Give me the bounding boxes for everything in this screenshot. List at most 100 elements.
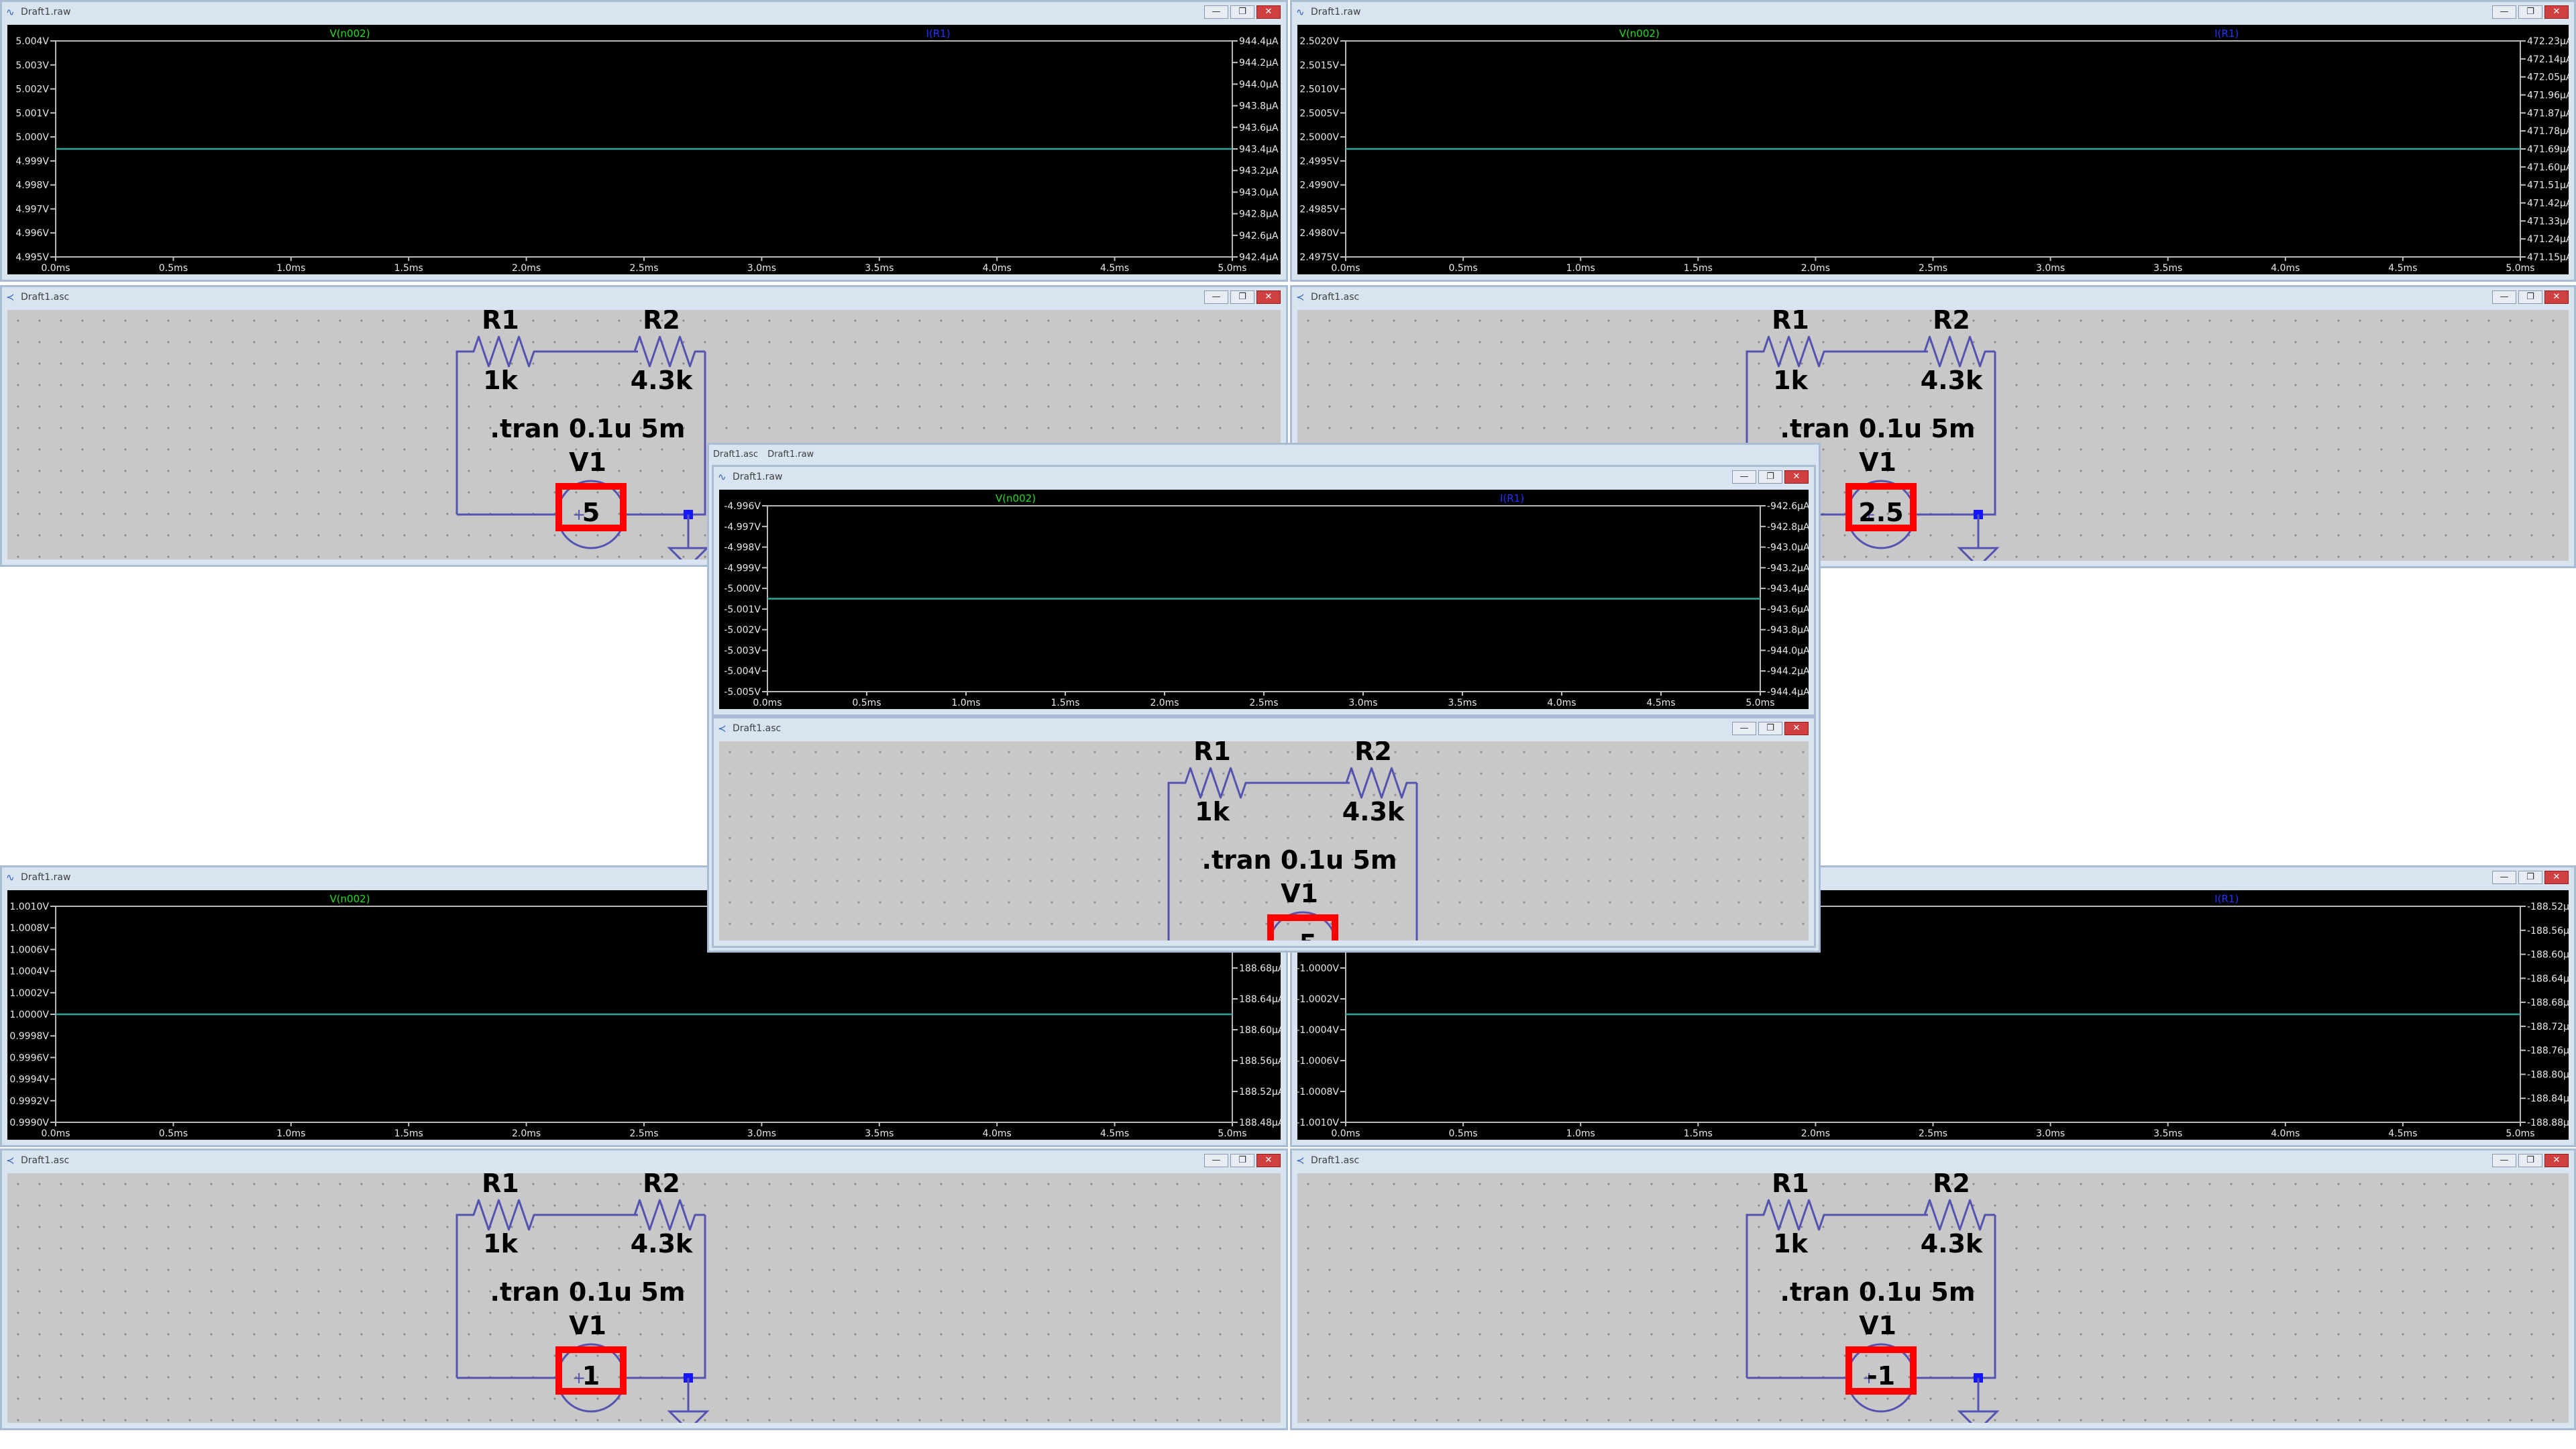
waveform-window[interactable]: ∿ Draft1.raw — ❐ ✕ 5.004V 5.003V 5.002V 5.001… xyxy=(0,0,1288,282)
resistor-r1[interactable] xyxy=(464,1199,544,1231)
resistor-r1[interactable] xyxy=(1754,1199,1834,1231)
restore-button[interactable]: ❐ xyxy=(2518,1154,2542,1167)
window-titlebar[interactable]: ∿ Draft1.raw —❐✕ xyxy=(714,467,1814,487)
source-value-label[interactable]: 5 xyxy=(582,498,600,527)
r2-value-label[interactable]: 4.3k xyxy=(1921,1229,1983,1258)
source-name-label[interactable]: V1 xyxy=(1281,879,1318,908)
spice-directive[interactable]: .tran 0.1u 5m xyxy=(1202,845,1397,875)
restore-button[interactable]: ❐ xyxy=(2518,290,2542,304)
resistor-r1[interactable] xyxy=(464,335,544,368)
r1-value-label[interactable]: 1k xyxy=(483,366,518,395)
restore-button[interactable]: ❐ xyxy=(1758,722,1782,735)
schematic-window[interactable]: ≺ Draft1.asc —❐✕ +R11kR24.3k.tran 0.1u 5… xyxy=(1290,1148,2576,1430)
r1-value-label[interactable]: 1k xyxy=(483,1229,518,1258)
source-name-label[interactable]: V1 xyxy=(569,1311,606,1340)
window-titlebar[interactable]: ∿ Draft1.raw —❐✕ xyxy=(2,2,1286,22)
r2-name-label[interactable]: R2 xyxy=(643,1173,680,1198)
mdi-tab[interactable]: Draft1.asc xyxy=(713,446,758,464)
trace-label-voltage[interactable]: V(n002) xyxy=(329,893,370,905)
schematic-window[interactable]: ≺ Draft1.asc —❐✕ +R11kR24.3k.tran 0.1u 5… xyxy=(712,716,1816,948)
window-titlebar[interactable]: ≺ Draft1.asc — ❐ ✕ xyxy=(2,287,1286,307)
r2-name-label[interactable]: R2 xyxy=(1354,741,1392,766)
restore-button[interactable]: ❐ xyxy=(1758,470,1782,484)
r1-name-label[interactable]: R1 xyxy=(482,310,519,335)
source-name-label[interactable]: V1 xyxy=(1859,447,1896,477)
mdi-tab[interactable]: Draft1.raw xyxy=(767,446,814,464)
r1-value-label[interactable]: 1k xyxy=(1195,797,1230,826)
close-button[interactable]: ✕ xyxy=(1784,722,1809,735)
wire[interactable] xyxy=(1746,1214,1754,1378)
close-button[interactable]: ✕ xyxy=(2544,1154,2569,1167)
r2-name-label[interactable]: R2 xyxy=(643,310,680,335)
waveform-plot[interactable]: 2.5020V 2.5015V 2.5010V 2.5005V 2.5000V 2.499… xyxy=(1297,25,2569,274)
window-titlebar[interactable]: ∿ Draft1.raw —❐✕ xyxy=(1292,2,2574,22)
close-button[interactable]: ✕ xyxy=(1256,5,1281,19)
wire[interactable] xyxy=(455,350,464,515)
restore-button[interactable]: ❐ xyxy=(1230,1154,1254,1167)
waveform-plot[interactable]: 5.004V 5.003V 5.002V 5.001V 5.000V 4.999V 4.99… xyxy=(7,25,1281,274)
minimize-button[interactable]: — xyxy=(2492,290,2516,304)
r1-name-label[interactable]: R1 xyxy=(1772,310,1809,335)
r2-name-label[interactable]: R2 xyxy=(1933,310,1970,335)
trace-label-voltage[interactable]: V(n002) xyxy=(996,492,1036,504)
ground-symbol[interactable] xyxy=(667,1378,710,1423)
r1-value-label[interactable]: 1k xyxy=(1773,1229,1808,1258)
minimize-button[interactable]: — xyxy=(2492,5,2516,19)
close-button[interactable]: ✕ xyxy=(2544,871,2569,884)
source-value-label[interactable]: -1 xyxy=(1867,1361,1895,1391)
schematic-window[interactable]: ≺ Draft1.asc —❐✕ +R11kR24.3k.tran 0.1u 5… xyxy=(0,1148,1288,1430)
window-titlebar[interactable]: ≺ Draft1.asc — ❐ ✕ xyxy=(714,718,1814,739)
r2-value-label[interactable]: 4.3k xyxy=(631,366,693,395)
minimize-button[interactable]: — xyxy=(1204,290,1228,304)
r1-name-label[interactable]: R1 xyxy=(1193,741,1231,766)
r2-name-label[interactable]: R2 xyxy=(1933,1173,1970,1198)
trace-label-current[interactable]: I(R1) xyxy=(926,28,950,40)
window-titlebar[interactable]: ≺ Draft1.asc — ❐ ✕ xyxy=(2,1150,1286,1171)
trace-label-current[interactable]: I(R1) xyxy=(2214,893,2239,905)
spice-directive[interactable]: .tran 0.1u 5m xyxy=(490,1277,686,1307)
resistor-r1[interactable] xyxy=(1175,767,1256,799)
schematic-canvas[interactable]: + R1 1k R2 4.3k .tran 0.1u 5m V1 -1 xyxy=(1297,1173,2569,1423)
close-button[interactable]: ✕ xyxy=(2544,5,2569,19)
schematic-canvas[interactable]: +R11kR24.3k.tran 0.1u 5mV1-5 xyxy=(719,741,1809,941)
r2-value-label[interactable]: 4.3k xyxy=(1921,366,1983,395)
wire[interactable] xyxy=(455,1214,464,1378)
minimize-button[interactable]: — xyxy=(1204,1154,1228,1167)
trace-label-current[interactable]: I(R1) xyxy=(1500,492,1524,504)
spice-directive[interactable]: .tran 0.1u 5m xyxy=(1780,1277,1976,1307)
source-value-label[interactable]: -5 xyxy=(1289,929,1317,941)
minimize-button[interactable]: — xyxy=(1732,470,1756,484)
close-button[interactable]: ✕ xyxy=(1784,470,1809,484)
restore-button[interactable]: ❐ xyxy=(1230,290,1254,304)
ground-symbol[interactable] xyxy=(1957,515,2000,561)
waveform-window[interactable]: ∿ Draft1.raw — ❐ ✕ 2.5020V 2.5015V 2.5010V 2.… xyxy=(1290,0,2576,282)
resistor-r1[interactable] xyxy=(1754,335,1834,368)
minimize-button[interactable]: — xyxy=(1732,722,1756,735)
minimize-button[interactable]: — xyxy=(2492,1154,2516,1167)
waveform-window[interactable]: ∿ Draft1.raw — ❐ ✕ -4.996V -4.997V -4.998V -4… xyxy=(712,465,1816,716)
window-titlebar[interactable]: ≺ Draft1.asc — ❐ ✕ xyxy=(1292,287,2574,307)
wire[interactable] xyxy=(1167,782,1175,941)
trace-label-voltage[interactable]: V(n002) xyxy=(329,28,370,40)
restore-button[interactable]: ❐ xyxy=(1230,5,1254,19)
close-button[interactable]: ✕ xyxy=(1256,290,1281,304)
minimize-button[interactable]: — xyxy=(1204,5,1228,19)
restore-button[interactable]: ❐ xyxy=(2518,5,2542,19)
minimize-button[interactable]: — xyxy=(2492,871,2516,884)
ground-symbol[interactable] xyxy=(1957,1378,2000,1423)
close-button[interactable]: ✕ xyxy=(2544,290,2569,304)
r1-name-label[interactable]: R1 xyxy=(482,1173,519,1198)
spice-directive[interactable]: .tran 0.1u 5m xyxy=(1780,414,1976,443)
waveform-plot[interactable]: -4.996V -4.997V -4.998V -4.999V -5.000V -5.00… xyxy=(719,490,1809,709)
window-titlebar[interactable]: ≺ Draft1.asc — ❐ ✕ xyxy=(1292,1150,2574,1171)
source-value-label[interactable]: 2.5 xyxy=(1858,498,1903,527)
r1-name-label[interactable]: R1 xyxy=(1772,1173,1809,1198)
r2-value-label[interactable]: 4.3k xyxy=(1342,797,1405,826)
schematic-canvas[interactable]: + R1 1k R2 4.3k .tran 0.1u 5m V1 1 xyxy=(7,1173,1281,1423)
r2-value-label[interactable]: 4.3k xyxy=(631,1229,693,1258)
source-value-label[interactable]: 1 xyxy=(582,1361,600,1391)
trace-label-voltage[interactable]: V(n002) xyxy=(1619,28,1660,40)
restore-button[interactable]: ❐ xyxy=(2518,871,2542,884)
trace-label-current[interactable]: I(R1) xyxy=(2214,28,2239,40)
r1-value-label[interactable]: 1k xyxy=(1773,366,1808,395)
